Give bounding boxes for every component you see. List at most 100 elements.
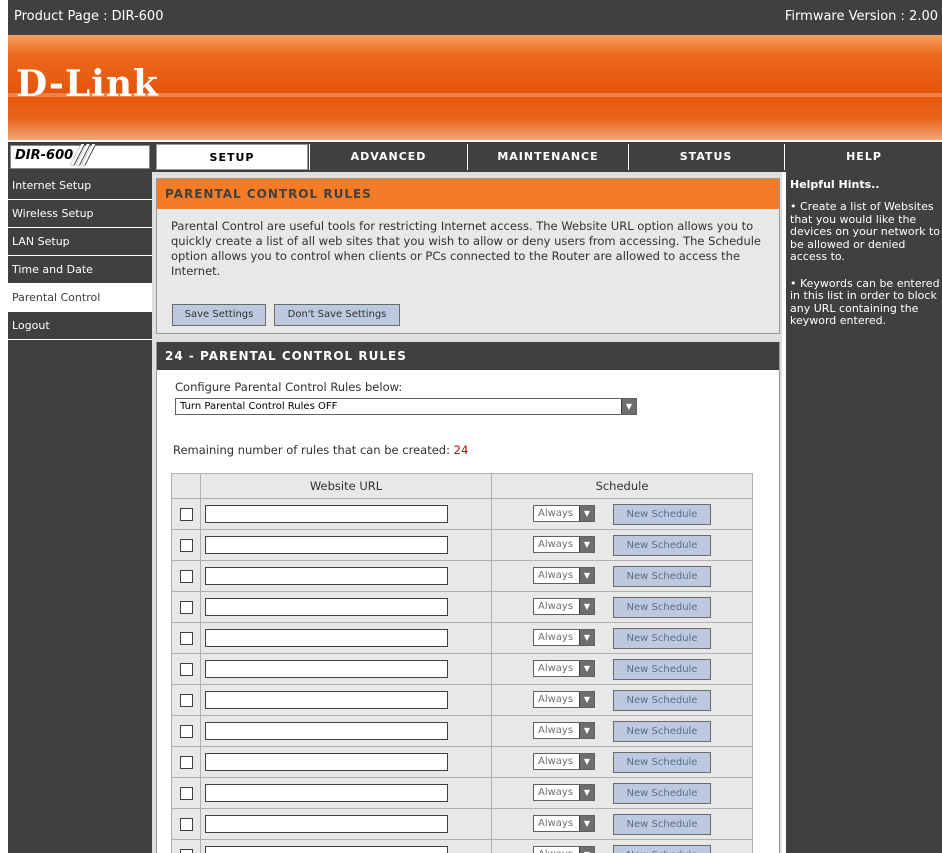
tab-advanced[interactable]: ADVANCED	[309, 144, 467, 170]
new-schedule-button[interactable]: New Schedule	[613, 535, 711, 556]
new-schedule-button[interactable]: New Schedule	[613, 721, 711, 742]
website-url-input[interactable]	[205, 629, 448, 647]
new-schedule-button[interactable]: New Schedule	[613, 504, 711, 525]
schedule-select[interactable]: Always ▼	[533, 784, 595, 801]
row-url-cell	[200, 529, 492, 561]
new-schedule-button[interactable]: New Schedule	[613, 566, 711, 587]
schedule-select[interactable]: Always ▼	[533, 598, 595, 615]
schedule-select[interactable]: Always ▼	[533, 567, 595, 584]
schedule-select[interactable]: Always ▼	[533, 815, 595, 832]
help-hint-keywords: • Keywords can be entered in this list i…	[790, 276, 940, 327]
rule-enable-checkbox[interactable]	[179, 631, 193, 645]
schedule-select-value: Always	[538, 725, 574, 736]
chevron-down-icon[interactable]: ▼	[579, 692, 594, 707]
new-schedule-button[interactable]: New Schedule	[613, 783, 711, 804]
website-url-input[interactable]	[205, 815, 448, 833]
sidebar-item-wireless-setup[interactable]: Wireless Setup	[8, 200, 152, 228]
website-url-input[interactable]	[205, 722, 448, 740]
row-checkbox-cell	[171, 498, 201, 530]
sidebar-item-parental-control[interactable]: Parental Control	[8, 284, 152, 312]
table-row: Always ▼ New Schedule	[171, 715, 753, 747]
website-url-input[interactable]	[205, 753, 448, 771]
row-schedule-cell: Always ▼ New Schedule	[491, 560, 753, 592]
chevron-down-icon[interactable]: ▼	[579, 537, 594, 552]
sidebar-item-internet-setup[interactable]: Internet Setup	[8, 172, 152, 200]
sidebar-item-logout[interactable]: Logout	[8, 312, 152, 340]
chevron-down-icon[interactable]: ▼	[621, 399, 636, 414]
rule-enable-checkbox[interactable]	[179, 724, 193, 738]
rule-enable-checkbox[interactable]	[179, 755, 193, 769]
schedule-controls: Always ▼ New Schedule	[493, 779, 751, 807]
chevron-down-icon[interactable]: ▼	[579, 847, 594, 853]
tab-maintenance[interactable]: MAINTENANCE	[467, 144, 628, 170]
rule-enable-checkbox[interactable]	[179, 662, 193, 676]
rule-enable-checkbox[interactable]	[179, 786, 193, 800]
schedule-select[interactable]: Always ▼	[533, 753, 595, 770]
chevron-down-icon[interactable]: ▼	[579, 785, 594, 800]
schedule-select[interactable]: Always ▼	[533, 629, 595, 646]
website-url-input[interactable]	[205, 846, 448, 853]
checkbox-column-header	[171, 473, 201, 499]
website-url-input[interactable]	[205, 691, 448, 709]
rule-enable-checkbox[interactable]	[179, 569, 193, 583]
chevron-down-icon[interactable]: ▼	[579, 599, 594, 614]
chevron-down-icon[interactable]: ▼	[579, 506, 594, 521]
schedule-select[interactable]: Always ▼	[533, 660, 595, 677]
rule-enable-checkbox[interactable]	[179, 507, 193, 521]
schedule-controls: Always ▼ New Schedule	[493, 593, 751, 621]
help-panel: Helpful Hints.. • Create a list of Websi…	[784, 172, 942, 853]
rule-enable-checkbox[interactable]	[179, 817, 193, 831]
save-settings-button[interactable]: Save Settings	[172, 304, 266, 326]
rules-mode-select[interactable]: Turn Parental Control Rules OFF ▼	[175, 398, 637, 415]
rule-enable-checkbox[interactable]	[179, 538, 193, 552]
row-schedule-cell: Always ▼ New Schedule	[491, 808, 753, 840]
table-row: Always ▼ New Schedule	[171, 746, 753, 778]
schedule-controls: Always ▼ New Schedule	[493, 624, 751, 652]
chevron-down-icon[interactable]: ▼	[579, 816, 594, 831]
chevron-down-icon[interactable]: ▼	[579, 723, 594, 738]
new-schedule-button[interactable]: New Schedule	[613, 597, 711, 618]
schedule-select-value: Always	[538, 818, 574, 829]
row-schedule-cell: Always ▼ New Schedule	[491, 653, 753, 685]
schedule-select[interactable]: Always ▼	[533, 691, 595, 708]
schedule-select[interactable]: Always ▼	[533, 722, 595, 739]
schedule-select-value: Always	[538, 787, 574, 798]
new-schedule-button[interactable]: New Schedule	[613, 659, 711, 680]
website-url-input[interactable]	[205, 505, 448, 523]
schedule-select[interactable]: Always ▼	[533, 505, 595, 522]
sidebar-item-lan-setup[interactable]: LAN Setup	[8, 228, 152, 256]
chevron-down-icon[interactable]: ▼	[579, 568, 594, 583]
configure-rules-label: Configure Parental Control Rules below:	[175, 380, 403, 394]
sidebar-item-time-and-date[interactable]: Time and Date	[8, 256, 152, 284]
tab-status[interactable]: STATUS	[628, 144, 783, 170]
website-url-input[interactable]	[205, 784, 448, 802]
rule-enable-checkbox[interactable]	[179, 600, 193, 614]
chevron-down-icon[interactable]: ▼	[579, 661, 594, 676]
new-schedule-button[interactable]: New Schedule	[613, 628, 711, 649]
remaining-rules-text: Remaining number of rules that can be cr…	[173, 443, 468, 457]
row-url-cell	[200, 777, 492, 809]
new-schedule-button[interactable]: New Schedule	[613, 752, 711, 773]
schedule-select[interactable]: Always ▼	[533, 536, 595, 553]
dont-save-settings-button[interactable]: Don't Save Settings	[274, 304, 400, 326]
new-schedule-button[interactable]: New Schedule	[613, 814, 711, 835]
chevron-down-icon[interactable]: ▼	[579, 630, 594, 645]
schedule-controls: Always ▼ New Schedule	[493, 841, 751, 853]
new-schedule-button[interactable]: New Schedule	[613, 845, 711, 853]
rule-enable-checkbox[interactable]	[179, 693, 193, 707]
website-url-input[interactable]	[205, 567, 448, 585]
schedule-select[interactable]: Always ▼	[533, 846, 595, 853]
nav-row: DIR-600 /// SETUP ADVANCED MAINTENANCE S…	[8, 140, 942, 172]
parental-control-intro-box: PARENTAL CONTROL RULES Parental Control …	[156, 178, 780, 334]
row-schedule-cell: Always ▼ New Schedule	[491, 684, 753, 716]
website-url-input[interactable]	[205, 598, 448, 616]
chevron-down-icon[interactable]: ▼	[579, 754, 594, 769]
tab-setup[interactable]: SETUP	[156, 144, 308, 170]
new-schedule-button[interactable]: New Schedule	[613, 690, 711, 711]
table-row: Always ▼ New Schedule	[171, 808, 753, 840]
tab-help[interactable]: HELP	[784, 144, 942, 170]
website-url-input[interactable]	[205, 536, 448, 554]
rule-enable-checkbox[interactable]	[179, 848, 193, 853]
website-url-input[interactable]	[205, 660, 448, 678]
schedule-controls: Always ▼ New Schedule	[493, 686, 751, 714]
